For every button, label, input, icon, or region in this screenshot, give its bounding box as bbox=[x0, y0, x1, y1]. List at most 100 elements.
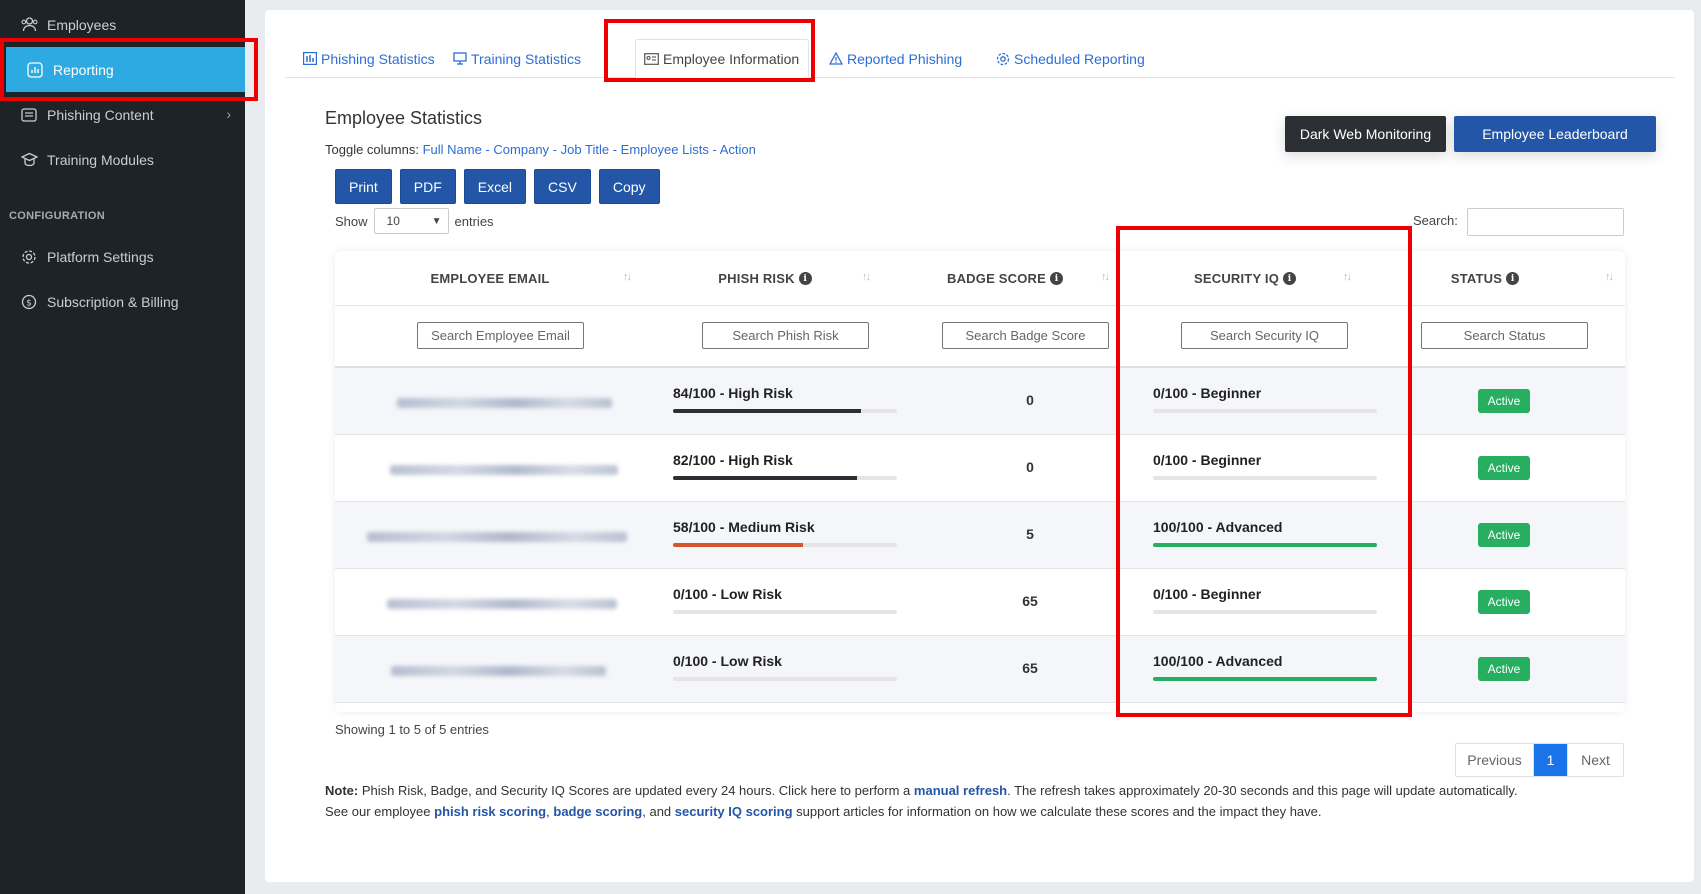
sidebar-item-platform-settings[interactable]: Platform Settings bbox=[0, 234, 245, 279]
entries-select[interactable]: 10 ▼ bbox=[373, 208, 449, 234]
badge-score-value: 0 bbox=[1026, 459, 1034, 475]
toggle-job-title[interactable]: Job Title bbox=[561, 142, 609, 157]
header-employee-email[interactable]: EMPLOYEE EMAIL bbox=[335, 251, 645, 306]
sidebar: Employees Reporting Phishing Content › T… bbox=[0, 0, 245, 894]
toggle-columns: Toggle columns: Full Name - Company - Jo… bbox=[325, 142, 756, 157]
pdf-button[interactable]: PDF bbox=[399, 169, 456, 204]
page-length: Show 10 ▼ entries bbox=[335, 208, 494, 234]
status-badge[interactable]: Active bbox=[1478, 657, 1530, 681]
info-icon[interactable]: i bbox=[1506, 272, 1520, 285]
sort-icon[interactable]: ↑↓ bbox=[623, 271, 632, 283]
search-input[interactable] bbox=[1467, 208, 1624, 236]
sort-icon[interactable]: ↑↓ bbox=[1101, 271, 1110, 283]
toggle-employee-lists[interactable]: Employee Lists bbox=[621, 142, 709, 157]
search-phish-risk-input[interactable]: Search Phish Risk bbox=[702, 322, 869, 349]
show-label: Show bbox=[335, 213, 368, 229]
badge-score-value: 5 bbox=[1026, 526, 1034, 542]
next-button[interactable]: Next bbox=[1567, 744, 1623, 776]
security-iq-label: 0/100 - Beginner bbox=[1153, 452, 1262, 468]
badge-score-value: 65 bbox=[1022, 660, 1038, 676]
info-icon[interactable]: i bbox=[1050, 272, 1063, 285]
employee-leaderboard-button[interactable]: Employee Leaderboard bbox=[1454, 116, 1656, 152]
table-row: 82/100 - High Risk 0 0/100 - Beginner Activ… bbox=[335, 435, 1625, 502]
header-badge-score[interactable]: BADGE SCORE i bbox=[885, 251, 1125, 306]
sidebar-item-reporting[interactable]: Reporting bbox=[6, 47, 245, 92]
print-button[interactable]: Print bbox=[335, 169, 392, 204]
gear-icon bbox=[20, 248, 38, 266]
header-phish-risk[interactable]: PHISH RISK i bbox=[645, 251, 885, 306]
header-status[interactable]: STATUS i bbox=[1365, 251, 1605, 306]
table-info: Showing 1 to 5 of 5 entries bbox=[335, 722, 489, 737]
security-iq-label: 0/100 - Beginner bbox=[1153, 586, 1262, 602]
graduation-cap-icon bbox=[20, 151, 38, 169]
toggle-sep: - bbox=[485, 142, 490, 157]
employee-email-redacted bbox=[367, 532, 627, 542]
table-row: 84/100 - High Risk 0 0/100 - Beginner Activ… bbox=[335, 368, 1625, 435]
dark-web-monitoring-button[interactable]: Dark Web Monitoring bbox=[1285, 116, 1446, 152]
entries-select-value: 10 bbox=[386, 214, 400, 228]
search-badge-score-input[interactable]: Search Badge Score bbox=[942, 322, 1109, 349]
tab-training-statistics[interactable]: Training Statistics bbox=[445, 39, 589, 78]
phish-risk-bar-fill bbox=[673, 543, 803, 547]
security-iq-bar bbox=[1153, 610, 1377, 614]
phish-risk-scoring-link[interactable]: phish risk scoring bbox=[434, 804, 546, 819]
csv-button[interactable]: CSV bbox=[534, 169, 591, 204]
status-badge[interactable]: Active bbox=[1478, 456, 1530, 480]
security-iq-bar bbox=[1153, 543, 1377, 547]
toggle-action[interactable]: Action bbox=[720, 142, 756, 157]
badge-scoring-link[interactable]: badge scoring bbox=[553, 804, 642, 819]
header-label: EMPLOYEE EMAIL bbox=[430, 271, 550, 286]
sidebar-section-configuration: CONFIGURATION bbox=[9, 210, 105, 222]
info-icon[interactable]: i bbox=[1283, 272, 1297, 285]
toggle-columns-label: Toggle columns: bbox=[325, 142, 419, 157]
note-label: Note: bbox=[325, 783, 359, 798]
info-icon[interactable]: i bbox=[798, 272, 812, 285]
search-status-input[interactable]: Search Status bbox=[1421, 322, 1588, 349]
search-employee-email-input[interactable]: Search Employee Email bbox=[417, 322, 584, 349]
status-badge[interactable]: Active bbox=[1478, 590, 1530, 614]
status-badge[interactable]: Active bbox=[1478, 389, 1530, 413]
sidebar-item-subscription-billing[interactable]: $ Subscription & Billing bbox=[0, 279, 245, 324]
sidebar-item-label: Phishing Content bbox=[47, 106, 154, 123]
page-1-button[interactable]: 1 bbox=[1534, 744, 1567, 776]
chevron-right-icon: › bbox=[226, 106, 231, 122]
search-security-iq-input[interactable]: Search Security IQ bbox=[1181, 322, 1348, 349]
badge-score-value: 0 bbox=[1026, 392, 1034, 408]
sidebar-item-phishing-content[interactable]: Phishing Content › bbox=[0, 92, 245, 137]
phish-risk-bar bbox=[673, 677, 897, 681]
header-security-iq[interactable]: SECURITY IQ i bbox=[1125, 251, 1365, 306]
tab-scheduled-reporting[interactable]: Scheduled Reporting bbox=[988, 39, 1153, 78]
employee-table: EMPLOYEE EMAIL ↑↓ PHISH RISK i ↑↓ BADGE S… bbox=[335, 251, 1625, 712]
filter-row: Search Employee Email Search Phish Risk … bbox=[335, 306, 1625, 368]
phish-risk-label: 0/100 - Low Risk bbox=[673, 653, 782, 669]
sidebar-item-label: Platform Settings bbox=[47, 248, 154, 265]
previous-button[interactable]: Previous bbox=[1456, 744, 1534, 776]
toggle-full-name[interactable]: Full Name bbox=[423, 142, 482, 157]
sidebar-item-label: Training Modules bbox=[47, 151, 154, 168]
employee-email-redacted bbox=[387, 599, 617, 609]
status-badge[interactable]: Active bbox=[1478, 523, 1530, 547]
sidebar-item-training-modules[interactable]: Training Modules bbox=[0, 137, 245, 182]
note-text: , and bbox=[642, 804, 672, 819]
phish-risk-label: 58/100 - Medium Risk bbox=[673, 519, 815, 535]
page-title: Employee Statistics bbox=[325, 108, 483, 128]
copy-button[interactable]: Copy bbox=[598, 169, 660, 204]
phish-risk-bar bbox=[673, 543, 897, 547]
bar-chart-icon bbox=[303, 52, 317, 65]
sort-icon[interactable]: ↑↓ bbox=[862, 271, 871, 283]
tab-phishing-statistics[interactable]: Phishing Statistics bbox=[295, 39, 443, 78]
sidebar-item-employees[interactable]: Employees bbox=[0, 2, 245, 47]
toggle-company[interactable]: Company bbox=[493, 142, 549, 157]
sort-icon[interactable]: ↑↓ bbox=[1343, 271, 1352, 283]
sort-icon[interactable]: ↑↓ bbox=[1605, 271, 1614, 283]
phish-risk-label: 0/100 - Low Risk bbox=[673, 586, 782, 602]
security-iq-scoring-link[interactable]: security IQ scoring bbox=[675, 804, 793, 819]
tab-reported-phishing[interactable]: Reported Phishing bbox=[821, 39, 970, 78]
header-label: STATUS bbox=[1450, 271, 1503, 286]
table-row: 0/100 - Low Risk 65 100/100 - Advanced Acti… bbox=[335, 636, 1625, 703]
excel-button[interactable]: Excel bbox=[463, 169, 527, 204]
security-iq-bar bbox=[1153, 677, 1377, 681]
manual-refresh-link[interactable]: manual refresh bbox=[914, 783, 1007, 798]
sidebar-item-label: Employees bbox=[47, 16, 117, 33]
tab-employee-information[interactable]: Employee Information bbox=[635, 39, 809, 78]
